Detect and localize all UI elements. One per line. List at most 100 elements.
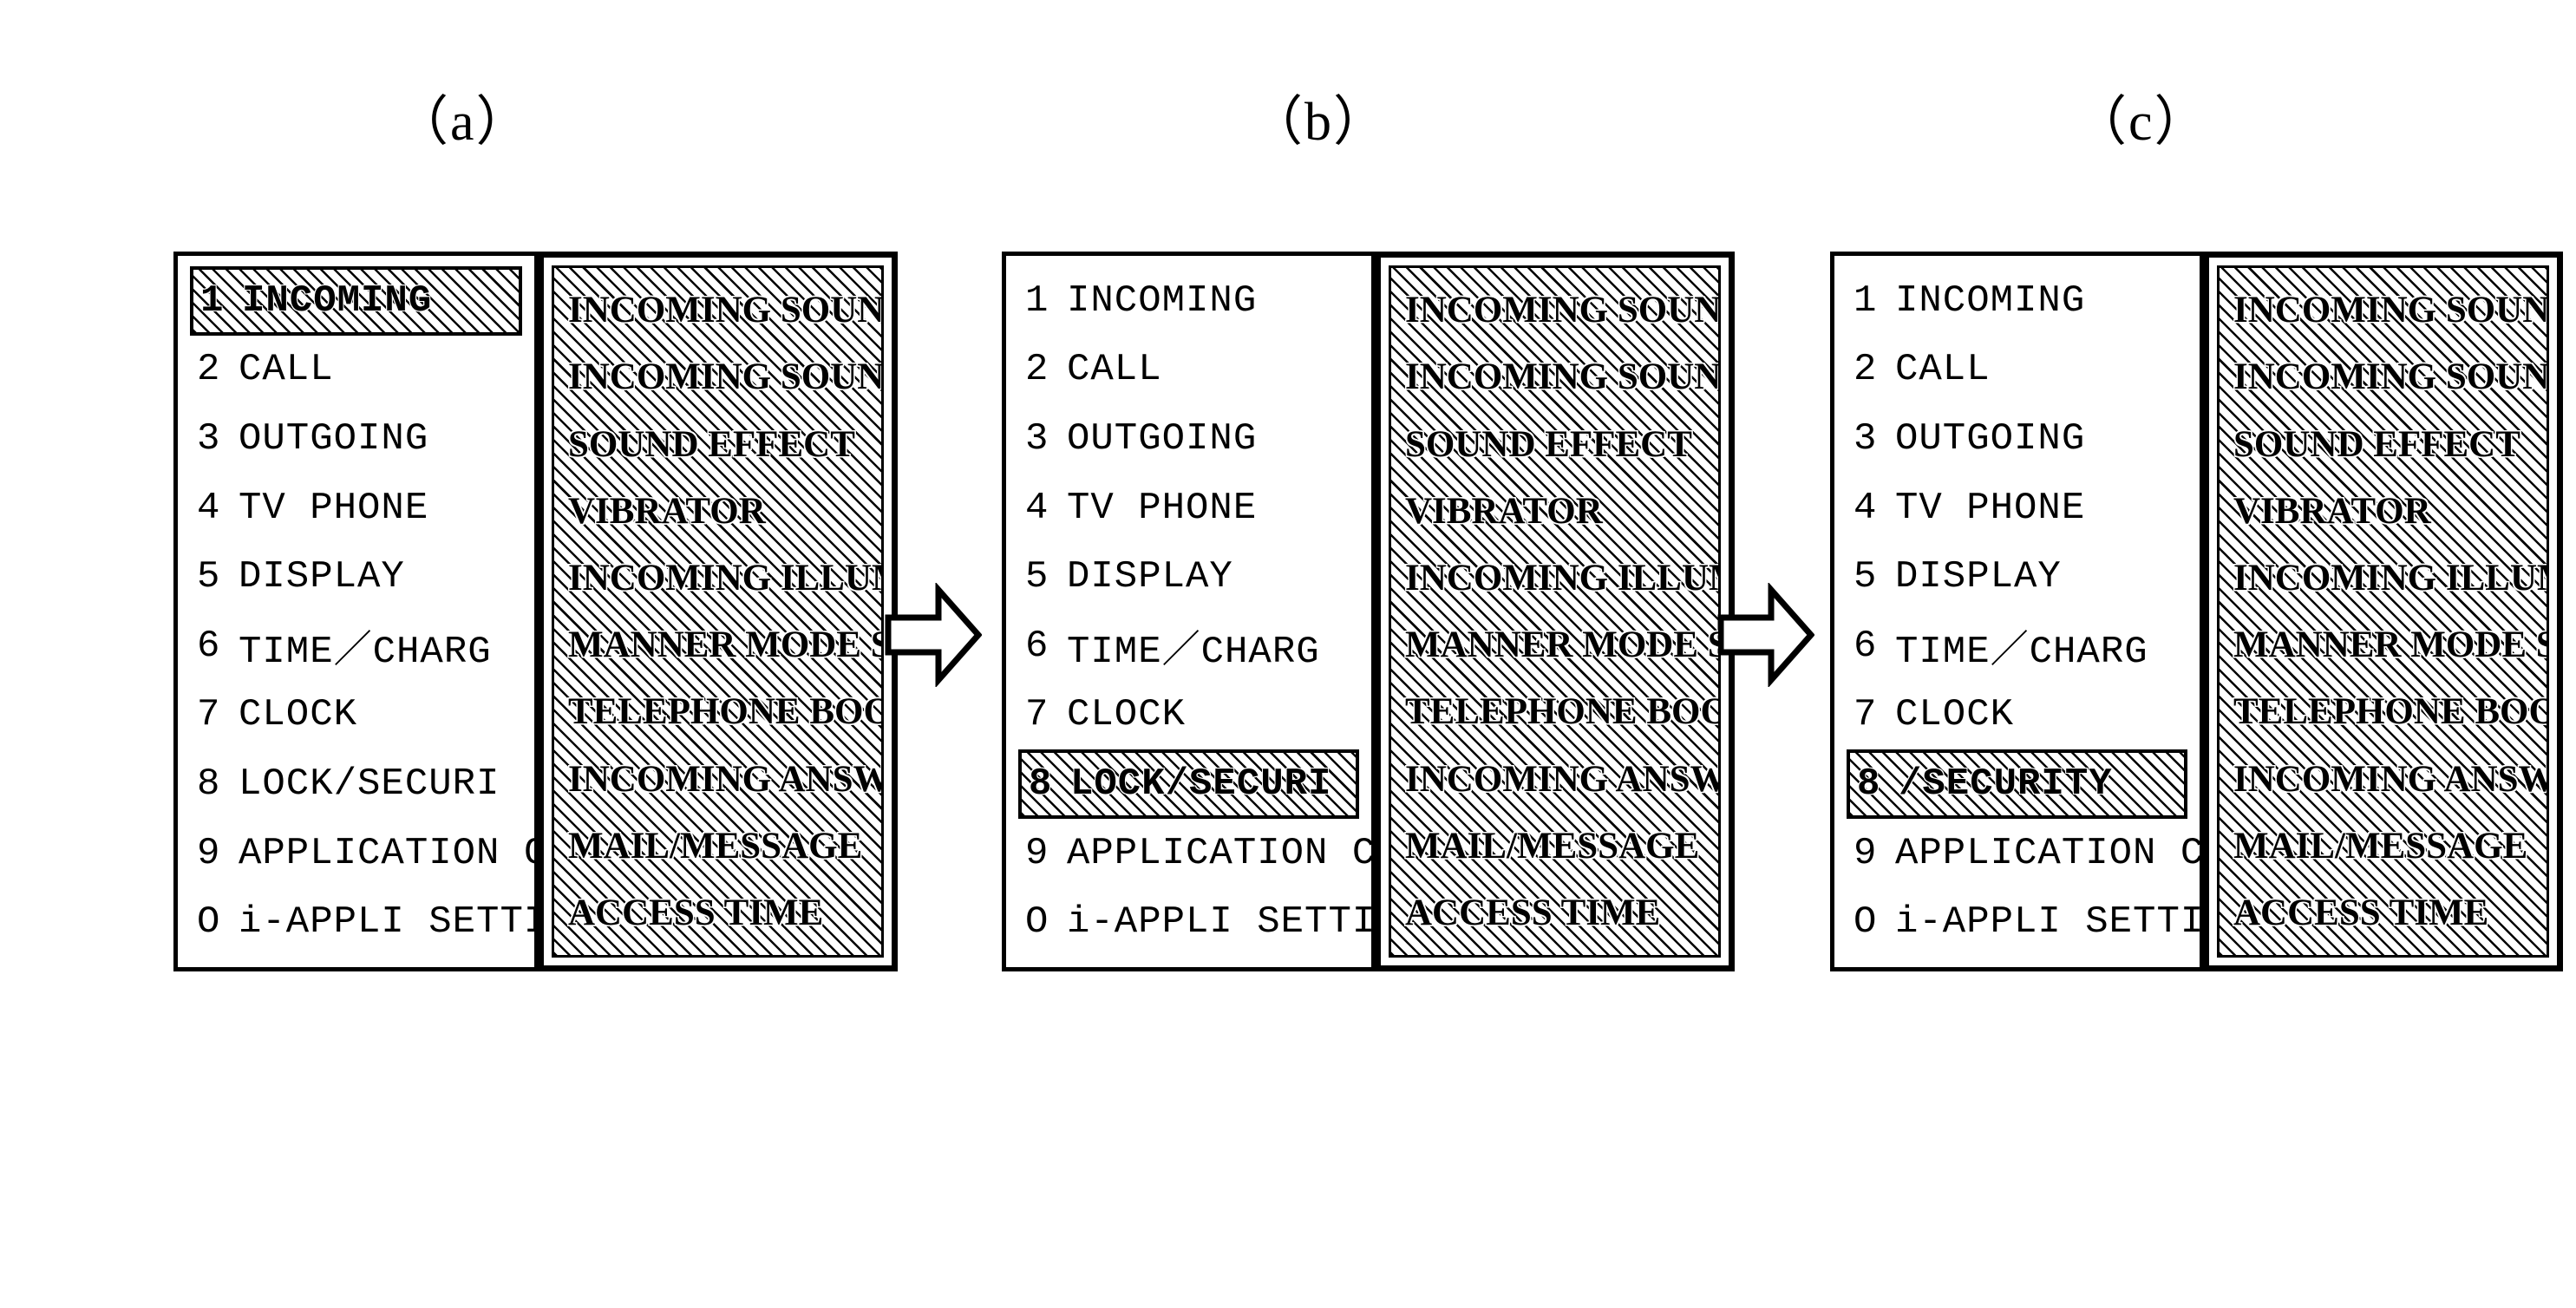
- submenu-item[interactable]: MANNER MODE SE: [1391, 611, 1718, 678]
- menu-item-number: 2: [1025, 348, 1049, 392]
- submenu-panel-hatch-b: INCOMING SOUND INCOMING SOUND SOUND EFFECT…: [1389, 265, 1721, 958]
- menu-item-label: TV PHONE: [239, 486, 429, 530]
- figure-label-c: （c）: [2073, 93, 2210, 152]
- menu-item[interactable]: 6 TIME／CHARG: [1834, 611, 2200, 681]
- menu-item-number: 3: [197, 417, 221, 461]
- menu-item-label: CALL: [1067, 348, 1162, 392]
- menu-item[interactable]: Oi-APPLI SETTIN: [1006, 887, 1371, 957]
- menu-item[interactable]: 9 APPLICATION C: [1834, 819, 2200, 888]
- submenu-item-label: INCOMING SOUND: [568, 290, 881, 331]
- submenu-item[interactable]: TELEPHONE BOOK: [554, 678, 881, 745]
- submenu-item[interactable]: INCOMING SOUND: [1391, 343, 1718, 410]
- menu-item[interactable]: 8 LOCK/SECURI: [178, 749, 534, 819]
- submenu-item[interactable]: MAIL/MESSAGE: [1391, 813, 1718, 880]
- menu-item-number: 4: [197, 486, 221, 530]
- submenu-item-label: VIBRATOR: [2233, 490, 2431, 532]
- menu-item-label: i-APPLI SETTIN: [1067, 900, 1371, 945]
- submenu-item[interactable]: INCOMING ILLUMI: [554, 545, 881, 611]
- submenu-item[interactable]: ACCESS TIME: [554, 880, 881, 946]
- submenu-item[interactable]: TELEPHONE BOOK: [1391, 678, 1718, 745]
- menu-item-label: APPLICATION C: [1067, 831, 1371, 875]
- submenu-item[interactable]: INCOMING ILLUMI: [1391, 545, 1718, 611]
- menu-item-label: OUTGOING: [239, 417, 429, 461]
- menu-item[interactable]: 3 OUTGOING: [1834, 404, 2200, 474]
- menu-item-number: 2: [197, 348, 221, 392]
- menu-item-label: OUTGOING: [1895, 416, 2086, 461]
- submenu-panel-c: INCOMING SOUND INCOMING SOUND SOUND EFFECT…: [2203, 252, 2563, 971]
- menu-item[interactable]: 9 APPLICATION C: [178, 819, 534, 888]
- submenu-item[interactable]: SOUND EFFECT: [1391, 410, 1718, 477]
- submenu-item-label: INCOMING ILLUMI: [2233, 557, 2547, 598]
- submenu-item[interactable]: MAIL/MESSAGE: [554, 813, 881, 880]
- menu-item[interactable]: 1 INCOMING: [1006, 266, 1371, 336]
- submenu-item-label: INCOMING SOUND: [2233, 290, 2547, 331]
- menu-item-number: 4: [1025, 486, 1049, 530]
- menu-item-label: i-APPLI SETTIN: [239, 900, 534, 945]
- arrow-b-to-c: [1717, 583, 1814, 687]
- submenu-item[interactable]: VIBRATOR: [554, 478, 881, 545]
- menu-item-label: INCOMING: [1067, 278, 1258, 323]
- menu-item[interactable]: 4 TV PHONE: [178, 474, 534, 543]
- menu-item-number: 1: [1854, 278, 1878, 323]
- submenu-item[interactable]: INCOMING ANSWE: [2220, 745, 2547, 812]
- submenu-item[interactable]: INCOMING SOUND: [1391, 277, 1718, 343]
- menu-item-selected[interactable]: 1 INCOMING: [190, 266, 522, 336]
- menu-item[interactable]: 5 DISPLAY: [1834, 542, 2200, 611]
- menu-item[interactable]: 5 DISPLAY: [1006, 542, 1371, 611]
- menu-item[interactable]: 3 OUTGOING: [178, 404, 534, 474]
- menu-panel-c: 1 INCOMING 2 CALL 3 OUTGOING 4 TV PHONE 5 DISPLAY…: [1830, 252, 2203, 971]
- menu-item[interactable]: 2 CALL: [1834, 336, 2200, 405]
- menu-item[interactable]: Oi-APPLI SETTIN: [178, 887, 534, 957]
- submenu-item[interactable]: VIBRATOR: [2220, 478, 2547, 545]
- menu-item-number: 9: [197, 831, 221, 875]
- submenu-item-label: INCOMING ANSWE: [568, 758, 881, 800]
- menu-item-number: O: [1025, 900, 1049, 945]
- menu-item[interactable]: 2 CALL: [1006, 336, 1371, 405]
- submenu-item[interactable]: TELEPHONE BOOK: [2220, 678, 2547, 745]
- submenu-item[interactable]: ACCESS TIME: [2220, 880, 2547, 946]
- submenu-item[interactable]: INCOMING SOUND: [554, 277, 881, 343]
- menu-item-number: 6: [1025, 624, 1049, 668]
- menu-item-number: 2: [1854, 348, 1878, 392]
- submenu-item[interactable]: MANNER MODE SE: [554, 611, 881, 678]
- menu-item[interactable]: 6 TIME／CHARG: [178, 611, 534, 681]
- submenu-item[interactable]: ACCESS TIME: [1391, 880, 1718, 946]
- menu-item[interactable]: 4 TV PHONE: [1006, 474, 1371, 543]
- menu-item[interactable]: 1 INCOMING: [1834, 266, 2200, 336]
- menu-item[interactable]: 9 APPLICATION C: [1006, 819, 1371, 888]
- submenu-item[interactable]: SOUND EFFECT: [2220, 410, 2547, 477]
- menu-item[interactable]: 2 CALL: [178, 336, 534, 405]
- menu-item-label: CALL: [239, 348, 334, 392]
- submenu-item-label: MAIL/MESSAGE: [1405, 825, 1700, 867]
- submenu-item-label: MAIL/MESSAGE: [568, 825, 863, 867]
- menu-item[interactable]: 7 CLOCK: [178, 681, 534, 750]
- submenu-item[interactable]: SOUND EFFECT: [554, 410, 881, 477]
- submenu-item[interactable]: MANNER MODE SE: [2220, 611, 2547, 678]
- menu-item-label: TIME／CHARG: [1895, 631, 2148, 675]
- menu-item-selected[interactable]: 8/SECURITY: [1847, 749, 2187, 819]
- submenu-item-label: INCOMING SOUND: [568, 356, 881, 398]
- menu-item[interactable]: 4 TV PHONE: [1834, 474, 2200, 543]
- submenu-item[interactable]: INCOMING ILLUMI: [2220, 545, 2547, 611]
- menu-item-number: O: [197, 900, 221, 945]
- submenu-item[interactable]: INCOMING ANSWE: [1391, 745, 1718, 812]
- menu-item[interactable]: 5 DISPLAY: [178, 542, 534, 611]
- submenu-item[interactable]: INCOMING SOUND: [554, 343, 881, 410]
- menu-item[interactable]: Oi-APPLI SETTIN: [1834, 887, 2200, 957]
- menu-item[interactable]: 7 CLOCK: [1834, 681, 2200, 750]
- submenu-item-label: TELEPHONE BOOK: [1405, 691, 1718, 733]
- menu-item-selected[interactable]: 8 LOCK/SECURI: [1018, 749, 1359, 819]
- menu-item-number: 9: [1854, 831, 1878, 875]
- menu-item-number: 3: [1025, 416, 1049, 461]
- submenu-item[interactable]: VIBRATOR: [1391, 478, 1718, 545]
- submenu-item[interactable]: INCOMING ANSWE: [554, 745, 881, 812]
- menu-item[interactable]: 7 CLOCK: [1006, 681, 1371, 750]
- menu-item-label: APPLICATION C: [1895, 831, 2200, 875]
- submenu-item-label: ACCESS TIME: [568, 892, 824, 933]
- submenu-item[interactable]: INCOMING SOUND: [2220, 343, 2547, 410]
- submenu-item[interactable]: MAIL/MESSAGE: [2220, 813, 2547, 880]
- menu-item-label: TV PHONE: [1067, 486, 1258, 530]
- menu-item[interactable]: 3 OUTGOING: [1006, 404, 1371, 474]
- submenu-item[interactable]: INCOMING SOUND: [2220, 277, 2547, 343]
- menu-item[interactable]: 6 TIME／CHARG: [1006, 611, 1371, 681]
